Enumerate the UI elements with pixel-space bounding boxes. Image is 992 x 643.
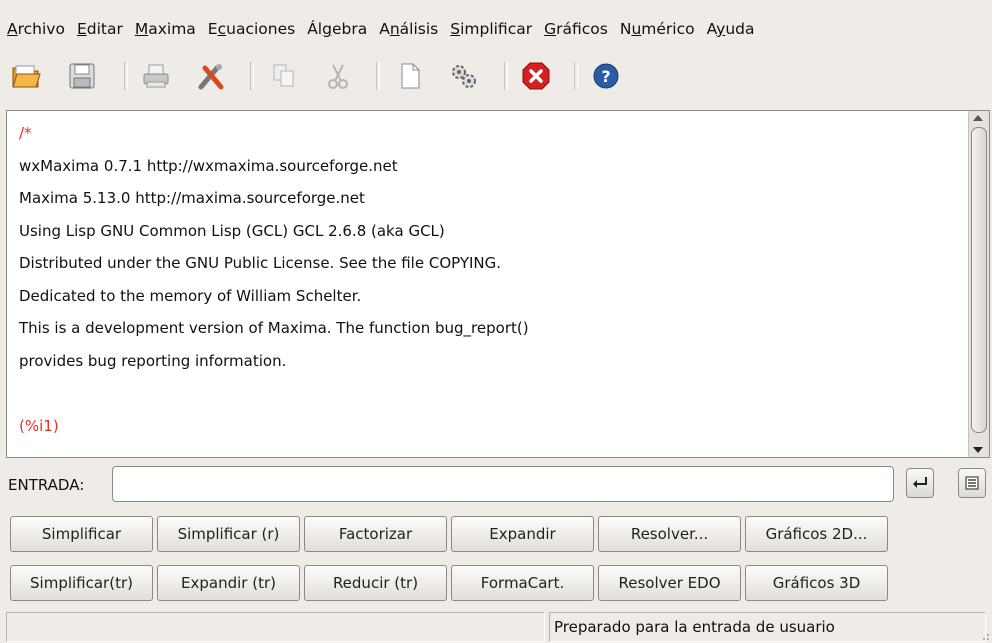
- open-folder-icon[interactable]: [10, 60, 42, 92]
- svg-text:?: ?: [601, 67, 610, 86]
- simplificar-tr-button[interactable]: Simplificar(tr): [10, 565, 153, 601]
- status-bar: Preparado para la entrada de usuario: [0, 610, 992, 643]
- menu-simplificar[interactable]: Simplificar: [443, 20, 537, 38]
- toolbar-separator: [504, 62, 508, 90]
- list-icon: [965, 476, 979, 490]
- menu-algebra-label: ebra: [331, 20, 368, 38]
- menu-ecuaciones-label: uaciones: [226, 20, 296, 38]
- menu-editar-mnemonic: E: [76, 20, 87, 38]
- menu-maxima-label: axima: [148, 20, 196, 38]
- menu-ecuaciones[interactable]: Ecuaciones: [201, 20, 300, 38]
- menu-numerico-mnemonic: u: [631, 20, 642, 38]
- menu-archivo-label: rchivo: [17, 20, 65, 38]
- graficos-3d-button[interactable]: Gráficos 3D: [745, 565, 888, 601]
- toolbar-separator: [124, 62, 128, 90]
- menu-ecuaciones-mnemonic: c: [217, 20, 227, 38]
- menu-bar: Archivo Editar Maxima Ecuaciones Álgebra…: [0, 14, 992, 44]
- menu-numerico[interactable]: Numérico: [613, 20, 700, 38]
- menu-analisis-prefix: A: [379, 20, 390, 38]
- scroll-up-arrow-icon[interactable]: [973, 115, 983, 121]
- menu-ayuda-prefix: A: [706, 20, 717, 38]
- menu-ayuda-label: uda: [725, 20, 755, 38]
- status-message: Preparado para la entrada de usuario: [549, 612, 986, 642]
- history-button[interactable]: [958, 468, 986, 498]
- factorizar-button[interactable]: Factorizar: [304, 516, 447, 552]
- help-icon[interactable]: ?: [590, 60, 622, 92]
- console-line: Dedicated to the memory of William Schel…: [19, 286, 362, 305]
- menu-maxima-mnemonic: M: [134, 20, 149, 38]
- console-line: This is a development version of Maxima.…: [19, 319, 529, 337]
- save-disk-icon[interactable]: [66, 60, 98, 92]
- console-output[interactable]: /* wxMaxima 0.7.1 http://wxmaxima.source…: [6, 110, 990, 458]
- settings-gears-icon[interactable]: [448, 60, 480, 92]
- console-line: wxMaxima 0.7.1 http://wxmaxima.sourcefor…: [19, 156, 398, 175]
- console-lines: /* wxMaxima 0.7.1 http://wxmaxima.source…: [19, 117, 965, 442]
- enter-arrow-icon: [913, 477, 927, 488]
- cut-scissors-icon[interactable]: [322, 60, 354, 92]
- resize-grip-icon[interactable]: [980, 631, 990, 641]
- new-document-icon[interactable]: [394, 60, 426, 92]
- menu-editar[interactable]: Editar: [70, 20, 128, 38]
- menu-editar-label: ditar: [86, 20, 123, 38]
- expandir-button[interactable]: Expandir: [451, 516, 594, 552]
- menu-archivo[interactable]: Archivo: [0, 20, 70, 38]
- menu-numerico-prefix: N: [619, 20, 632, 38]
- stop-error-icon[interactable]: [520, 60, 552, 92]
- console-prompt: (%i1): [19, 416, 59, 435]
- menu-algebra-prefix: Ál: [307, 20, 323, 38]
- menu-simplificar-label: implificar: [460, 20, 533, 38]
- console-line: provides bug reporting information.: [19, 351, 287, 370]
- reducir-tr-button[interactable]: Reducir (tr): [304, 565, 447, 601]
- console-line: Distributed under the GNU Public License…: [19, 254, 502, 272]
- toolbar-separator: [376, 62, 380, 90]
- resolver-button[interactable]: Resolver...: [598, 516, 741, 552]
- menu-algebra[interactable]: Álgebra: [300, 20, 372, 38]
- menu-maxima[interactable]: Maxima: [128, 20, 201, 38]
- menu-analisis[interactable]: Análisis: [372, 20, 443, 38]
- menu-ayuda[interactable]: Ayuda: [700, 20, 760, 38]
- console-line: Using Lisp GNU Common Lisp (GCL) GCL 2.6…: [19, 221, 445, 240]
- menu-analisis-label: álisis: [399, 20, 439, 38]
- menu-archivo-mnemonic: A: [7, 20, 18, 38]
- menu-graficos-label: ráficos: [556, 20, 608, 38]
- menu-ayuda-mnemonic: y: [716, 20, 726, 38]
- menu-numerico-label: mérico: [641, 20, 695, 38]
- console-scrollbar[interactable]: [968, 111, 989, 457]
- menu-algebra-mnemonic: g: [322, 20, 332, 38]
- toolbar: ?: [0, 56, 992, 96]
- scrollbar-thumb[interactable]: [971, 127, 987, 433]
- entrada-input[interactable]: [112, 466, 894, 502]
- toolbar-separator: [250, 62, 254, 90]
- copy-icon[interactable]: [268, 60, 300, 92]
- menu-graficos-mnemonic: G: [544, 20, 557, 38]
- entrada-label: ENTRADA:: [8, 476, 85, 494]
- toolbar-separator: [574, 62, 578, 90]
- simplificar-r-button[interactable]: Simplificar (r): [157, 516, 300, 552]
- expandir-tr-button[interactable]: Expandir (tr): [157, 565, 300, 601]
- configure-tools-icon[interactable]: [196, 60, 228, 92]
- input-row: ENTRADA:: [0, 462, 992, 510]
- graficos-2d-button[interactable]: Gráficos 2D...: [745, 516, 888, 552]
- formacart-button[interactable]: FormaCart.: [451, 565, 594, 601]
- enter-command-button[interactable]: [906, 468, 934, 498]
- resolver-edo-button[interactable]: Resolver EDO: [598, 565, 741, 601]
- menu-ecuaciones-prefix: E: [207, 20, 218, 38]
- menu-analisis-mnemonic: n: [389, 20, 400, 38]
- menu-simplificar-mnemonic: S: [450, 20, 461, 38]
- status-field-left: [6, 612, 545, 642]
- console-line: Maxima 5.13.0 http://maxima.sourceforge.…: [19, 189, 365, 207]
- simplificar-button[interactable]: Simplificar: [10, 516, 153, 552]
- console-line: /*: [19, 124, 32, 142]
- print-icon[interactable]: [140, 60, 172, 92]
- menu-graficos[interactable]: Gráficos: [537, 20, 613, 38]
- scroll-down-arrow-icon[interactable]: [973, 447, 983, 453]
